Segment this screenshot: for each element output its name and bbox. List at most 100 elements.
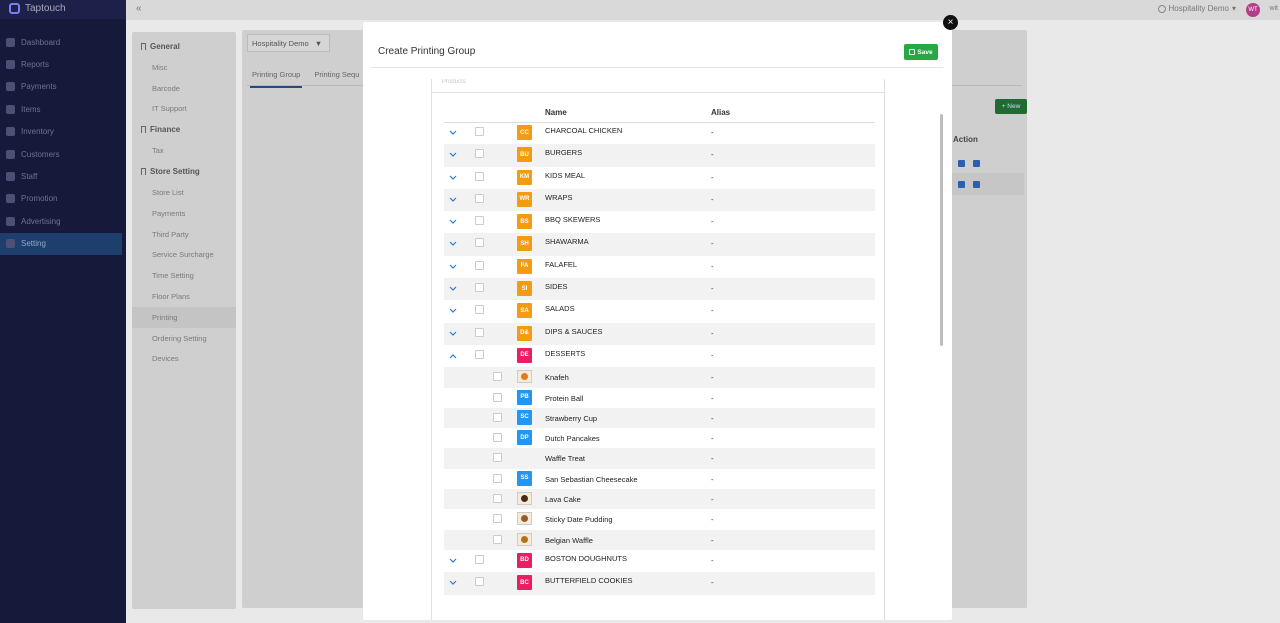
nav-item-advertising[interactable]: Advertising bbox=[0, 210, 126, 232]
category-checkbox[interactable] bbox=[475, 127, 484, 136]
product-alias: - bbox=[711, 393, 714, 403]
chevron-down-icon[interactable] bbox=[448, 306, 458, 316]
chevron-down-icon[interactable] bbox=[448, 217, 458, 227]
settings-item-devices[interactable]: Devices bbox=[132, 349, 236, 370]
settings-menu: General Misc Barcode IT Support Finance Ta… bbox=[132, 32, 236, 609]
edit-icon[interactable] bbox=[958, 159, 965, 167]
nav-item-items[interactable]: Items bbox=[0, 98, 126, 120]
save-button-label: Save bbox=[917, 48, 933, 56]
nav-item-label: Reports bbox=[21, 60, 50, 70]
save-button[interactable]: Save bbox=[904, 44, 938, 60]
modal-scrollbar[interactable] bbox=[940, 114, 943, 346]
product-checkbox[interactable] bbox=[493, 514, 502, 524]
settings-item-barcode[interactable]: Barcode bbox=[132, 78, 236, 99]
category-checkbox[interactable] bbox=[475, 305, 484, 315]
action-row bbox=[946, 173, 1024, 195]
product-name: Waffle Treat bbox=[545, 454, 586, 464]
chevron-down-icon[interactable] bbox=[448, 556, 458, 566]
nav-item-label: Promotion bbox=[21, 194, 58, 204]
category-name: BURGERS bbox=[545, 148, 583, 158]
nav-menu: Dashboard Reports Payments Items Inventory Cu… bbox=[0, 31, 126, 255]
settings-item-it-support[interactable]: IT Support bbox=[132, 99, 236, 120]
category-checkbox[interactable] bbox=[475, 577, 484, 587]
category-checkbox[interactable] bbox=[475, 238, 484, 248]
chevron-up-icon[interactable] bbox=[448, 351, 458, 361]
category-checkbox[interactable] bbox=[475, 260, 484, 270]
delete-icon[interactable] bbox=[973, 180, 980, 188]
settings-item-service-surcharge[interactable]: Service Surcharge bbox=[132, 245, 236, 266]
nav-item-customers[interactable]: Customers bbox=[0, 143, 126, 165]
product-alias: - bbox=[711, 373, 714, 383]
category-checkbox[interactable] bbox=[475, 349, 484, 359]
brand-logo[interactable]: Taptouch bbox=[9, 3, 66, 14]
chevron-down-icon[interactable] bbox=[448, 239, 458, 249]
category-alias: - bbox=[711, 328, 714, 338]
nav-item-dashboard[interactable]: Dashboard bbox=[0, 31, 126, 53]
avatar[interactable]: WT bbox=[1246, 3, 1260, 17]
settings-item-time-setting[interactable]: Time Setting bbox=[132, 265, 236, 286]
category-checkbox[interactable] bbox=[475, 149, 484, 159]
category-checkbox[interactable] bbox=[475, 554, 484, 564]
product-tree: CC CHARCOAL CHICKEN - BU BURGERS - KM KIDS MEAL… bbox=[444, 122, 875, 595]
nav-item-label: Advertising bbox=[21, 216, 61, 226]
product-checkbox[interactable] bbox=[493, 473, 502, 483]
category-name: FALAFEL bbox=[545, 259, 578, 269]
category-checkbox[interactable] bbox=[475, 283, 484, 293]
product-checkbox[interactable] bbox=[493, 433, 502, 443]
close-modal-button[interactable]: × bbox=[943, 15, 958, 30]
new-button[interactable]: + New bbox=[995, 99, 1027, 114]
category-alias: - bbox=[711, 217, 714, 227]
category-checkbox[interactable] bbox=[475, 193, 484, 203]
chevron-down-icon[interactable] bbox=[448, 128, 458, 138]
settings-item-printing[interactable]: Printing bbox=[132, 306, 236, 328]
chevron-down-icon[interactable] bbox=[448, 284, 458, 294]
product-checkbox[interactable] bbox=[493, 534, 502, 544]
settings-item-misc[interactable]: Misc bbox=[132, 57, 236, 78]
chevron-down-icon[interactable] bbox=[448, 578, 458, 588]
chevron-down-icon[interactable] bbox=[448, 262, 458, 272]
category-alias: - bbox=[711, 284, 714, 294]
chevron-down-icon[interactable] bbox=[448, 329, 458, 339]
edit-icon[interactable] bbox=[958, 180, 965, 188]
product-checkbox[interactable] bbox=[493, 453, 502, 463]
settings-item-tax[interactable]: Tax bbox=[132, 140, 236, 161]
product-checkbox[interactable] bbox=[493, 494, 502, 504]
venue-select-value: Hospitality Demo bbox=[252, 38, 309, 48]
category-checkbox[interactable] bbox=[475, 216, 484, 226]
chevron-down-icon[interactable] bbox=[448, 195, 458, 205]
dessert-image bbox=[517, 532, 532, 546]
product-alias: - bbox=[711, 454, 714, 464]
nav-item-reports[interactable]: Reports bbox=[0, 53, 126, 75]
settings-item-store-list[interactable]: Store List bbox=[132, 182, 236, 203]
product-checkbox[interactable] bbox=[493, 412, 502, 422]
settings-item-ordering-setting[interactable]: Ordering Setting bbox=[132, 328, 236, 349]
settings-item-payments[interactable]: Payments bbox=[132, 203, 236, 224]
category-alias: - bbox=[711, 261, 714, 271]
product-row: Waffle Treat - bbox=[444, 448, 875, 469]
collapse-sidebar-icon[interactable]: « bbox=[136, 3, 142, 14]
settings-item-floor-plans[interactable]: Floor Plans bbox=[132, 286, 236, 307]
product-row: Sticky Date Pudding - bbox=[444, 509, 875, 529]
chevron-down-icon[interactable] bbox=[448, 150, 458, 160]
nav-item-promotion[interactable]: Promotion bbox=[0, 188, 126, 210]
nav-item-setting[interactable]: Setting bbox=[0, 232, 122, 255]
nav-item-inventory[interactable]: Inventory bbox=[0, 121, 126, 143]
product-row: Lava Cake - bbox=[444, 489, 875, 510]
venue-switcher[interactable]: Hospitality Demo ▾ bbox=[1157, 4, 1236, 13]
products-section-label: Products bbox=[442, 79, 466, 85]
settings-item-third-party[interactable]: Third Party bbox=[132, 224, 236, 245]
chevron-down-icon[interactable] bbox=[448, 173, 458, 183]
products-box-border bbox=[432, 92, 884, 93]
product-checkbox[interactable] bbox=[493, 392, 502, 402]
chevron-down-icon: ▾ bbox=[1231, 4, 1236, 13]
delete-icon[interactable] bbox=[973, 159, 980, 167]
category-checkbox[interactable] bbox=[475, 327, 484, 337]
section-title: General bbox=[150, 42, 180, 51]
category-checkbox[interactable] bbox=[475, 171, 484, 181]
product-checkbox[interactable] bbox=[493, 372, 502, 382]
name-column-header: Name bbox=[545, 108, 567, 117]
venue-select[interactable]: Hospitality Demo ▼ bbox=[247, 34, 330, 52]
nav-item-payments[interactable]: Payments bbox=[0, 76, 126, 98]
nav-item-staff[interactable]: Staff bbox=[0, 165, 126, 187]
user-name[interactable]: wit bbox=[1269, 5, 1278, 12]
